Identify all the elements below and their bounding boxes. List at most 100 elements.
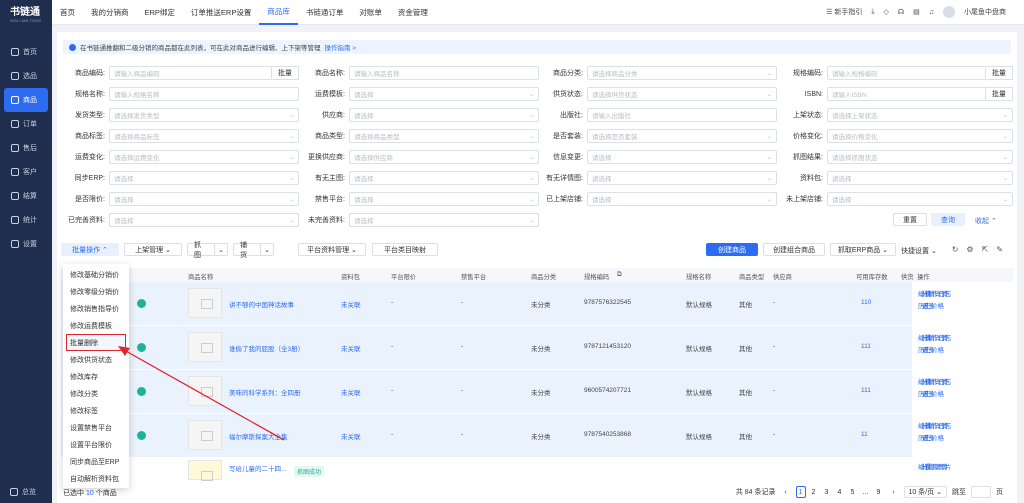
stock-cell[interactable]: 110	[861, 299, 871, 306]
category-map-button[interactable]: 平台类目映射	[372, 243, 438, 256]
quick-settings-button[interactable]: 快捷设置 ⌄	[901, 246, 937, 256]
sidebar-item-settings[interactable]: 设置	[0, 232, 52, 256]
batch-menu-item[interactable]: 修改分类	[63, 385, 129, 402]
edit-icon[interactable]: ✎	[996, 245, 1003, 254]
stock-cell[interactable]: 111	[861, 343, 871, 350]
filter-select[interactable]: 请选择运费变化 ⌄	[109, 150, 299, 164]
product-thumbnail[interactable]	[188, 460, 222, 481]
op-log-link[interactable]: 操作日志	[925, 377, 951, 389]
copy-icon[interactable]: ⧉	[617, 271, 622, 279]
filter-select[interactable]: 请选择商品类型 ⌄	[349, 129, 539, 143]
use-image-link[interactable]: 使用图片	[925, 462, 951, 474]
filter-select[interactable]: 请选择 ⌄	[349, 108, 539, 122]
filter-select[interactable]: 请选择 ⌄	[827, 171, 1013, 185]
filter-select[interactable]: 请选择供应商 ⌄	[349, 150, 539, 164]
page-number[interactable]: 4	[835, 486, 845, 498]
sidebar-item-select[interactable]: 选品	[0, 64, 52, 88]
batch-menu-item[interactable]: 自动解析资料包	[63, 470, 129, 487]
sidebar-item-orders[interactable]: 订单	[0, 112, 52, 136]
page-number[interactable]: 5	[848, 486, 858, 498]
filter-select[interactable]: 请选择商品分类 ⌄	[587, 66, 777, 80]
batch-menu-item[interactable]: 设置禁售平台	[63, 419, 129, 436]
filter-select[interactable]: 请选择 ⌄	[827, 192, 1013, 206]
export-icon[interactable]: ⇱	[982, 245, 989, 254]
filter-select[interactable]: 请选择 ⌄	[109, 192, 299, 206]
sidebar-item-stats[interactable]: 统计	[0, 208, 52, 232]
grab-dropdown-button[interactable]: ⌄	[214, 243, 228, 256]
filter-input[interactable]: 请输入规格名称	[109, 87, 299, 101]
next-page-button[interactable]: ›	[889, 486, 899, 498]
product-thumbnail[interactable]	[188, 332, 222, 362]
product-name-link[interactable]: 美味的科学系列：全四册	[229, 387, 301, 397]
table-row[interactable]: 谁偷了我的屁股（全3册） 未关联 - - 未分类 9787121453120 默认规格 其他 -…	[61, 326, 1013, 370]
tab-sl-orders[interactable]: 书链通订单	[298, 0, 352, 25]
batch-input-button[interactable]: 批量	[986, 87, 1013, 101]
filter-input[interactable]: 请输入ISBN	[827, 87, 986, 101]
tab-erp-bind[interactable]: ERP绑定	[137, 0, 183, 25]
batch-menu-item[interactable]: 修改供货状态	[63, 351, 129, 368]
tab-home[interactable]: 首页	[52, 0, 83, 25]
filter-select[interactable]: 请选择发货类型 ⌄	[109, 108, 299, 122]
page-number[interactable]: 1	[795, 486, 806, 498]
table-row[interactable]: 美味的科学系列：全四册 未关联 - - 未分类 9600574207721 默认规格 其他 - 1…	[61, 370, 1013, 414]
sidebar-item-customer[interactable]: 客户	[0, 160, 52, 184]
grab-image-button[interactable]: 抓 图	[187, 242, 215, 259]
batch-menu-item[interactable]: 同步商品至ERP	[63, 453, 129, 470]
batch-menu-item[interactable]: 修改销售指导价	[63, 300, 129, 317]
batch-menu-item[interactable]: 修改运费模板	[63, 317, 129, 334]
filter-select[interactable]: 请选择 ⌄	[349, 171, 539, 185]
page-number[interactable]: 9	[874, 486, 884, 498]
stock-cell[interactable]: 11	[861, 431, 868, 438]
filter-input[interactable]: 请输入出版社	[587, 108, 777, 122]
refresh-icon[interactable]: ↻	[952, 245, 959, 254]
tab-funds[interactable]: 资金管理	[390, 0, 436, 25]
filter-select[interactable]: 请选择商品标签 ⌄	[109, 129, 299, 143]
platform-data-button[interactable]: 平台资料管理 ⌄	[298, 243, 366, 256]
product-name-link[interactable]: 写给儿童的二十四...	[229, 463, 286, 473]
filter-select[interactable]: 请选择供货状态 ⌄	[587, 87, 777, 101]
tab-statement[interactable]: 对账单	[351, 0, 390, 25]
filter-select[interactable]: 请选择上架状态 ⌄	[827, 108, 1013, 122]
stock-cell[interactable]: 111	[861, 387, 871, 394]
filter-select[interactable]: 请选择抓图状态 ⌄	[827, 150, 1013, 164]
product-name-link[interactable]: 谁偷了我的屁股（全3册）	[229, 343, 304, 353]
sidebar-item-aftersale[interactable]: 售后	[0, 136, 52, 160]
pack-cell[interactable]: 未关联	[341, 343, 361, 353]
filter-input[interactable]: 请输入规格编码	[827, 66, 986, 80]
batch-menu-item[interactable]: 批量删除	[66, 334, 126, 351]
op-log-link[interactable]: 操作日志	[925, 421, 951, 433]
guide-link[interactable]: 操作指南 >	[325, 42, 357, 52]
sidebar-overview[interactable]: 总览	[10, 487, 36, 497]
sidebar-item-home[interactable]: 首页	[0, 40, 52, 64]
filter-select[interactable]: 请选择 ⌄	[349, 192, 539, 206]
headset-icon[interactable]: ☊	[898, 8, 904, 16]
collapse-button[interactable]: 收起 ⌃	[975, 216, 997, 226]
create-goods-button[interactable]: 创建商品	[706, 243, 758, 256]
tab-goods-library[interactable]: 商品库	[259, 0, 298, 25]
table-row[interactable]: 讲不够的中国神话故事 未关联 - - 未分类 9787576322545 默认规格 其他 - 11…	[61, 282, 1013, 326]
user-name[interactable]: 小尾鱼中盘商	[964, 7, 1006, 17]
page-number[interactable]: 3	[822, 486, 832, 498]
pack-cell[interactable]: 未关联	[341, 299, 361, 309]
op-log-link[interactable]: 操作日志	[925, 333, 951, 345]
filter-select[interactable]: 请选择 ⌄	[587, 150, 777, 164]
listing-manage-button[interactable]: 上架管理 ⌄	[124, 243, 182, 256]
filter-input[interactable]: 请输入商品名称	[349, 66, 539, 80]
product-thumbnail[interactable]	[188, 288, 222, 318]
pack-cell[interactable]: 未关联	[341, 387, 361, 397]
batch-menu-item[interactable]: 修改标签	[63, 402, 129, 419]
batch-menu-item[interactable]: 设置平台限价	[63, 436, 129, 453]
download-icon[interactable]: ⤓	[871, 8, 874, 16]
pack-cell[interactable]: 未关联	[341, 431, 361, 441]
grab-erp-button[interactable]: 抓取ERP商品 ⌄	[830, 243, 896, 256]
product-thumbnail[interactable]	[188, 376, 222, 406]
filter-select[interactable]: 请选择 ⌄	[587, 171, 777, 185]
guide-link[interactable]: ☰ 新手指引	[826, 7, 862, 17]
batch-menu-item[interactable]: 修改基础分销价	[63, 266, 129, 283]
filter-select[interactable]: 请选择 ⌄	[109, 171, 299, 185]
filter-input[interactable]: 请输入商品编码	[109, 66, 272, 80]
prev-page-button[interactable]: ‹	[781, 486, 791, 498]
op-log-link[interactable]: 操作日志	[925, 289, 951, 301]
batch-input-button[interactable]: 批量	[272, 66, 299, 80]
app-logo[interactable]: 书链通 SHU LIAN TONG	[0, 0, 52, 26]
